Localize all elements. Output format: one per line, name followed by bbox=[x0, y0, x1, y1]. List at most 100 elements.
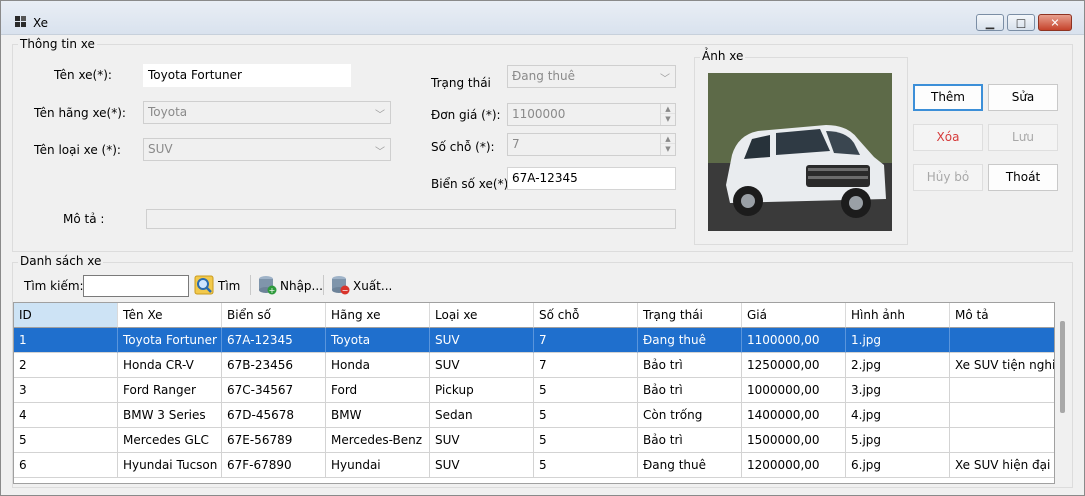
cell-so-cho[interactable]: 5 bbox=[534, 453, 638, 478]
thoat-button[interactable]: Thoát bbox=[988, 164, 1058, 191]
trang-thai-combo[interactable]: Đang thuê ﹀ bbox=[507, 65, 676, 88]
cell-loai-xe[interactable]: Pickup bbox=[430, 378, 534, 403]
cell-mo-ta[interactable]: Xe SUV hiện đại bbox=[950, 453, 1054, 478]
scrollbar-thumb[interactable] bbox=[1060, 321, 1065, 413]
column-header-mo-ta[interactable]: Mô tả bbox=[950, 303, 1054, 328]
so-cho-input[interactable]: 7 ▲ ▼ bbox=[507, 133, 676, 156]
column-header-ten-xe[interactable]: Tên Xe bbox=[118, 303, 222, 328]
cell-ten-xe[interactable]: BMW 3 Series bbox=[118, 403, 222, 428]
table-row[interactable]: 1 Toyota Fortuner 67A-12345 Toyota SUV 7… bbox=[14, 328, 1054, 353]
cell-ten-xe[interactable]: Ford Ranger bbox=[118, 378, 222, 403]
cell-hang-xe[interactable]: Toyota bbox=[326, 328, 430, 353]
nhap-button[interactable]: Nhập... bbox=[280, 279, 323, 293]
cell-id[interactable]: 5 bbox=[14, 428, 118, 453]
mo-ta-input[interactable] bbox=[146, 209, 676, 229]
cell-ten-xe[interactable]: Hyundai Tucson bbox=[118, 453, 222, 478]
cell-id[interactable]: 2 bbox=[14, 353, 118, 378]
cell-trang-thai[interactable]: Đang thuê bbox=[638, 328, 742, 353]
cell-trang-thai[interactable]: Đang thuê bbox=[638, 453, 742, 478]
cell-mo-ta[interactable] bbox=[950, 328, 1054, 353]
don-gia-spinner[interactable]: ▲ ▼ bbox=[660, 104, 675, 125]
cell-hinh-anh[interactable]: 4.jpg bbox=[846, 403, 950, 428]
cell-trang-thai[interactable]: Bảo trì bbox=[638, 428, 742, 453]
cell-gia[interactable]: 1500000,00 bbox=[742, 428, 846, 453]
sua-button[interactable]: Sửa bbox=[988, 84, 1058, 111]
cell-bien-so[interactable]: 67F-67890 bbox=[222, 453, 326, 478]
cell-gia[interactable]: 1400000,00 bbox=[742, 403, 846, 428]
cell-id[interactable]: 1 bbox=[14, 328, 118, 353]
ten-hang-combo[interactable]: Toyota ﹀ bbox=[143, 101, 391, 124]
column-header-hang-xe[interactable]: Hãng xe bbox=[326, 303, 430, 328]
cell-gia[interactable]: 1000000,00 bbox=[742, 378, 846, 403]
cell-hinh-anh[interactable]: 2.jpg bbox=[846, 353, 950, 378]
database-export-icon[interactable]: − bbox=[330, 275, 350, 295]
vehicle-grid[interactable]: ID Tên Xe Biển số Hãng xe Loại xe Số chỗ… bbox=[13, 302, 1055, 484]
cell-so-cho[interactable]: 5 bbox=[534, 403, 638, 428]
cell-id[interactable]: 6 bbox=[14, 453, 118, 478]
search-input[interactable] bbox=[83, 275, 189, 297]
cell-hinh-anh[interactable]: 1.jpg bbox=[846, 328, 950, 353]
so-cho-spinner[interactable]: ▲ ▼ bbox=[660, 134, 675, 155]
don-gia-input[interactable]: 1100000 ▲ ▼ bbox=[507, 103, 676, 126]
cell-mo-ta[interactable] bbox=[950, 378, 1054, 403]
cell-hang-xe[interactable]: Honda bbox=[326, 353, 430, 378]
cell-hinh-anh[interactable]: 6.jpg bbox=[846, 453, 950, 478]
cell-loai-xe[interactable]: SUV bbox=[430, 428, 534, 453]
cell-ten-xe[interactable]: Toyota Fortuner bbox=[118, 328, 222, 353]
cell-loai-xe[interactable]: Sedan bbox=[430, 403, 534, 428]
ten-loai-combo[interactable]: SUV ﹀ bbox=[143, 138, 391, 161]
close-button[interactable]: ✕ bbox=[1038, 14, 1072, 31]
cell-loai-xe[interactable]: SUV bbox=[430, 453, 534, 478]
cell-gia[interactable]: 1200000,00 bbox=[742, 453, 846, 478]
them-button[interactable]: Thêm bbox=[913, 84, 983, 111]
table-row[interactable]: 2 Honda CR-V 67B-23456 Honda SUV 7 Bảo t… bbox=[14, 353, 1054, 378]
table-row[interactable]: 3 Ford Ranger 67C-34567 Ford Pickup 5 Bả… bbox=[14, 378, 1054, 403]
column-header-so-cho[interactable]: Số chỗ bbox=[534, 303, 638, 328]
cell-gia[interactable]: 1100000,00 bbox=[742, 328, 846, 353]
cell-so-cho[interactable]: 5 bbox=[534, 378, 638, 403]
huy-bo-button[interactable]: Hủy bỏ bbox=[913, 164, 983, 191]
column-header-bien-so[interactable]: Biển số bbox=[222, 303, 326, 328]
minimize-button[interactable]: ▁ bbox=[976, 14, 1004, 31]
cell-bien-so[interactable]: 67C-34567 bbox=[222, 378, 326, 403]
cell-ten-xe[interactable]: Honda CR-V bbox=[118, 353, 222, 378]
bien-so-input[interactable]: 67A-12345 bbox=[507, 167, 676, 190]
luu-button[interactable]: Lưu bbox=[988, 124, 1058, 151]
table-row[interactable]: 4 BMW 3 Series 67D-45678 BMW Sedan 5 Còn… bbox=[14, 403, 1054, 428]
cell-trang-thai[interactable]: Còn trống bbox=[638, 403, 742, 428]
title-bar[interactable]: Xe ▁ □ ✕ bbox=[1, 1, 1084, 35]
database-import-icon[interactable]: + bbox=[257, 275, 277, 295]
cell-loai-xe[interactable]: SUV bbox=[430, 328, 534, 353]
cell-hinh-anh[interactable]: 3.jpg bbox=[846, 378, 950, 403]
cell-hang-xe[interactable]: Hyundai bbox=[326, 453, 430, 478]
cell-loai-xe[interactable]: SUV bbox=[430, 353, 534, 378]
table-row[interactable]: 6 Hyundai Tucson 67F-67890 Hyundai SUV 5… bbox=[14, 453, 1054, 478]
column-header-hinh-anh[interactable]: Hình ảnh bbox=[846, 303, 950, 328]
cell-so-cho[interactable]: 5 bbox=[534, 428, 638, 453]
column-header-id[interactable]: ID bbox=[14, 303, 118, 328]
column-header-trang-thai[interactable]: Trạng thái bbox=[638, 303, 742, 328]
column-header-loai-xe[interactable]: Loại xe bbox=[430, 303, 534, 328]
cell-bien-so[interactable]: 67D-45678 bbox=[222, 403, 326, 428]
cell-mo-ta[interactable]: Xe SUV tiện nghi bbox=[950, 353, 1054, 378]
grid-scrollbar[interactable] bbox=[1057, 303, 1069, 483]
cell-so-cho[interactable]: 7 bbox=[534, 353, 638, 378]
cell-mo-ta[interactable] bbox=[950, 403, 1054, 428]
cell-hang-xe[interactable]: Ford bbox=[326, 378, 430, 403]
cell-id[interactable]: 4 bbox=[14, 403, 118, 428]
tim-button[interactable]: Tìm bbox=[218, 279, 240, 293]
xoa-button[interactable]: Xóa bbox=[913, 124, 983, 151]
cell-gia[interactable]: 1250000,00 bbox=[742, 353, 846, 378]
cell-bien-so[interactable]: 67E-56789 bbox=[222, 428, 326, 453]
cell-hang-xe[interactable]: Mercedes-Benz bbox=[326, 428, 430, 453]
cell-bien-so[interactable]: 67B-23456 bbox=[222, 353, 326, 378]
xuat-button[interactable]: Xuất... bbox=[353, 279, 392, 293]
search-icon[interactable] bbox=[194, 275, 214, 295]
cell-trang-thai[interactable]: Bảo trì bbox=[638, 353, 742, 378]
cell-trang-thai[interactable]: Bảo trì bbox=[638, 378, 742, 403]
cell-ten-xe[interactable]: Mercedes GLC bbox=[118, 428, 222, 453]
column-header-gia[interactable]: Giá bbox=[742, 303, 846, 328]
cell-id[interactable]: 3 bbox=[14, 378, 118, 403]
cell-hinh-anh[interactable]: 5.jpg bbox=[846, 428, 950, 453]
table-row[interactable]: 5 Mercedes GLC 67E-56789 Mercedes-Benz S… bbox=[14, 428, 1054, 453]
